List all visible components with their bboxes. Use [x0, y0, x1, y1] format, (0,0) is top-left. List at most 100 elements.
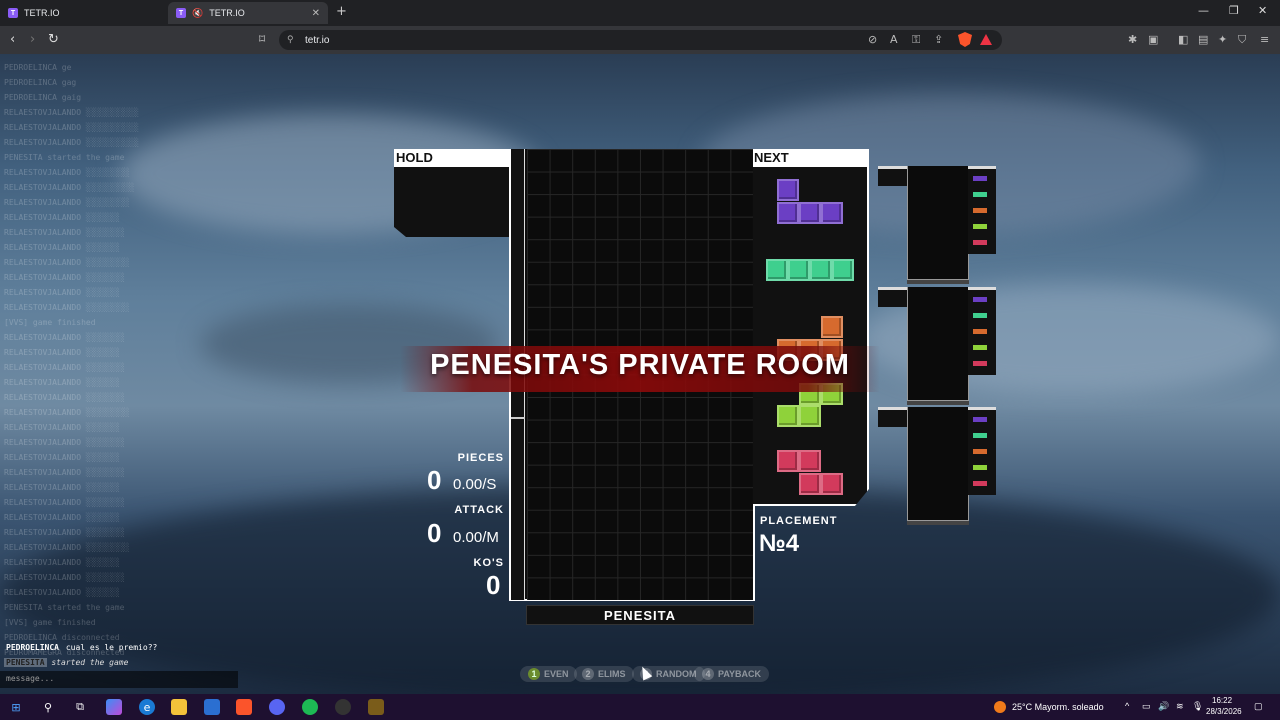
chat-history-line: RELAESTOVJALANDO ░░░░░░░░ — [4, 273, 125, 282]
next-piece-I-green-block — [810, 259, 832, 281]
chat-username[interactable]: PEDROELINCA — [4, 643, 61, 652]
chat-history-line: RELAESTOVJALANDO ░░░░░░░ — [4, 378, 120, 387]
mute-site-icon[interactable]: ⊘ — [868, 33, 877, 46]
chat-history-line: PEDROELINCA ge — [4, 63, 72, 72]
wallet-icon[interactable]: ▤ — [1198, 33, 1208, 46]
hold-label: HOLD — [394, 149, 510, 167]
next-piece-Z-red-block — [777, 450, 799, 472]
target-payback-button[interactable]: 4 PAYBACK — [694, 666, 770, 682]
chat-history-line: RELAESTOVJALANDO ░░░░░░░░░ — [4, 168, 130, 177]
target-elims-button[interactable]: 2 ELIMS — [574, 666, 634, 682]
opponent-hold — [878, 407, 908, 427]
chat-history-line: RELAESTOVJALANDO ░░░░░░░░ — [4, 528, 125, 537]
opponent-next-piece — [973, 465, 987, 470]
leo-ai-icon[interactable]: ✦ — [1218, 33, 1227, 46]
tetrio-favicon-icon: T — [8, 8, 18, 18]
tray-app-icon[interactable]: ▭ — [1142, 701, 1151, 712]
extensions-icon[interactable]: ✱ — [1128, 33, 1137, 46]
opponent-next-piece — [973, 345, 987, 350]
chat-history-line: RELAESTOVJALANDO ░░░░░░░░░░░ — [4, 108, 139, 117]
chat-history-line: RELAESTOVJALANDO ░░░░░░░░ — [4, 228, 125, 237]
bookmark-icon[interactable]: ⌑ — [259, 32, 265, 46]
opponent-next-piece — [973, 240, 987, 245]
tab-tetrio-2[interactable]: T 🔇 TETR.IO ✕ — [168, 2, 328, 24]
panel-icon[interactable]: ◧ — [1178, 33, 1188, 46]
chat-history-line: RELAESTOVJALANDO ░░░░░░░░ — [4, 363, 125, 372]
chat-history-line: RELAESTOVJALANDO ░░░░░░░ — [4, 588, 120, 597]
menu-icon[interactable]: ≡ — [1260, 33, 1269, 46]
microphone-icon[interactable]: 🎙 — [1192, 701, 1203, 712]
forward-icon[interactable]: › — [30, 32, 35, 47]
target-even-button[interactable]: 1 EVEN — [520, 666, 577, 682]
site-info-icon[interactable]: ⚲ — [287, 34, 294, 45]
opponent-board — [907, 407, 969, 521]
opponent-next-piece — [973, 313, 987, 318]
key-label: ELIMS — [598, 669, 626, 679]
kos-label: KO'S — [473, 557, 504, 569]
url-text: tetr.io — [305, 34, 330, 46]
pieces-rate: 0.00/S — [453, 476, 497, 493]
restore-icon[interactable]: ❐ — [1229, 4, 1239, 17]
pieces-value: 0 — [427, 465, 442, 495]
attack-rate: 0.00/M — [453, 529, 499, 546]
chat-username-badge[interactable]: PENESITA — [4, 658, 47, 667]
vpn-icon[interactable]: ⛉ — [1238, 33, 1246, 47]
chat-history-line: RELAESTOVJALANDO ░░░░░░░ — [4, 423, 120, 432]
steam-icon[interactable] — [335, 699, 351, 715]
clock-time[interactable]: 16:22 — [1212, 696, 1232, 705]
windows-taskbar: ⊞ ⚲ ⧉ e 25°C Mayorm. soleado ^ ▭ 🔊 ≋ 🎙 1… — [0, 694, 1280, 720]
next-piece-J-purple-block — [777, 202, 799, 224]
mute-icon[interactable]: 🔇 — [192, 8, 203, 19]
brave-taskbar-icon[interactable] — [236, 699, 252, 715]
pieces-label: PIECES — [457, 452, 504, 464]
chat-history-line: PEDROELINCA gaig — [4, 93, 82, 102]
network-icon[interactable]: ≋ — [1176, 701, 1184, 712]
next-piece-Z-red-block — [799, 450, 821, 472]
spotify-icon[interactable] — [302, 699, 318, 715]
copilot-icon[interactable] — [106, 699, 122, 715]
close-window-icon[interactable]: ✕ — [1258, 4, 1267, 17]
key-icon[interactable]: ⚿ — [912, 33, 920, 47]
back-icon[interactable]: ‹ — [10, 32, 15, 47]
store-icon[interactable] — [204, 699, 220, 715]
opponent-name-bar — [907, 280, 969, 284]
chat-history-line: [VVS] game finished — [4, 618, 96, 627]
reload-icon[interactable]: ↻ — [48, 32, 59, 47]
close-tab-icon[interactable]: ✕ — [312, 8, 320, 19]
placement-value: №4 — [759, 530, 800, 557]
brave-rewards-icon[interactable] — [980, 34, 992, 45]
discord-icon[interactable] — [269, 699, 285, 715]
chat-text: cual es le premio?? — [65, 643, 158, 652]
translate-icon[interactable]: A — [890, 33, 898, 46]
clock-date[interactable]: 28/3/2026 — [1206, 707, 1242, 716]
chat-history-line: [VVS] game finished — [4, 318, 96, 327]
chat-history-line: RELAESTOVJALANDO ░░░░░░░░░ — [4, 258, 130, 267]
opponent-next-piece — [973, 208, 987, 213]
volume-icon[interactable]: 🔊 — [1158, 701, 1169, 712]
windows-start-icon[interactable]: ⊞ — [8, 699, 24, 715]
tray-overflow-icon[interactable]: ^ — [1125, 701, 1129, 711]
new-tab-icon[interactable]: + — [336, 4, 347, 19]
tab-tetrio-1[interactable]: T TETR.IO — [0, 2, 168, 24]
next-piece-Z-red-block — [821, 473, 843, 495]
weather-icon[interactable] — [994, 701, 1006, 713]
player-name: PENESITA — [526, 605, 754, 625]
chat-history-line: RELAESTOVJALANDO ░░░░░░░ — [4, 513, 120, 522]
notification-icon[interactable]: ▢ — [1254, 701, 1263, 712]
kos-value: 0 — [486, 570, 501, 600]
next-piece-I-green-block — [788, 259, 810, 281]
search-icon[interactable]: ⚲ — [40, 699, 56, 715]
weather-text[interactable]: 25°C Mayorm. soleado — [1012, 702, 1104, 712]
task-view-icon[interactable]: ⧉ — [72, 699, 88, 715]
key-label: RANDOM — [656, 669, 697, 679]
app-icon[interactable] — [368, 699, 384, 715]
key-label: EVEN — [544, 669, 569, 679]
minimize-icon[interactable]: — — [1198, 4, 1209, 17]
chat-input[interactable]: message... — [0, 671, 238, 688]
sidebar-icon[interactable]: ▣ — [1148, 33, 1158, 46]
share-icon[interactable]: ⇪ — [934, 33, 943, 46]
file-explorer-icon[interactable] — [171, 699, 187, 715]
garbage-marker — [511, 417, 525, 419]
attack-label: ATTACK — [454, 504, 504, 516]
edge-icon[interactable]: e — [139, 699, 155, 715]
